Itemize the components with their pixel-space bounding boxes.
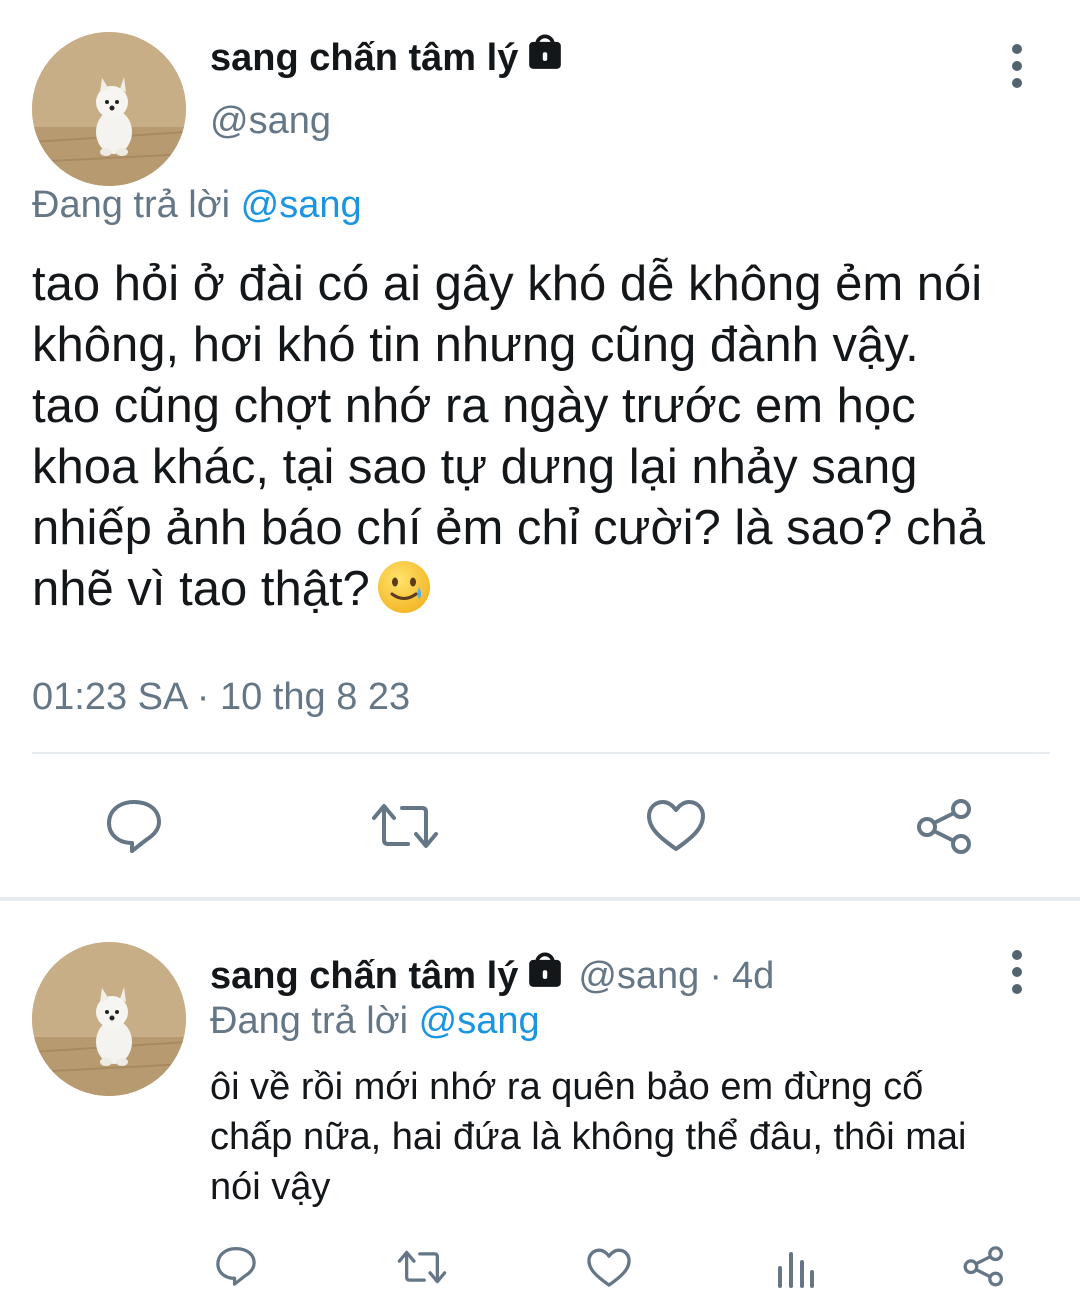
author-handle[interactable]: @sang xyxy=(210,100,331,143)
tweet-text-line: tao cũng chợt nhớ ra ngày trước em học xyxy=(32,379,916,433)
author-name-text: sang chấn tâm lý xyxy=(210,37,519,79)
replying-to-handle[interactable]: @sang xyxy=(419,1000,540,1042)
tweet-timestamp[interactable]: 01:23 SA · 10 thg 8 23 xyxy=(32,676,410,719)
tweet-text-line-last: nhẽ vì tao thật? xyxy=(32,559,985,620)
tweet-text-line: tao hỏi ở đài có ai gây khó dễ không ẻm … xyxy=(32,257,983,311)
tweet-text-line: nhiếp ảnh báo chí ẻm chỉ cười? là sao? c… xyxy=(32,501,985,555)
retweet-icon[interactable] xyxy=(370,800,440,852)
analytics-icon[interactable] xyxy=(776,1246,816,1288)
share-icon[interactable] xyxy=(962,1245,1006,1287)
divider xyxy=(32,752,1050,754)
dog-photo-icon xyxy=(32,942,186,1096)
avatar[interactable] xyxy=(32,32,186,186)
more-options-icon[interactable] xyxy=(1009,44,1025,88)
reply-text-line: ôi về rồi mới nhớ ra quên bảo em đừng cố xyxy=(210,1066,924,1108)
tweet-text-line-content: nhẽ vì tao thật? xyxy=(32,562,370,616)
reply-icon[interactable] xyxy=(214,1245,258,1287)
share-icon[interactable] xyxy=(915,797,975,855)
author-name[interactable]: sang chấn tâm lý xyxy=(210,34,564,82)
replying-prefix: Đang trả lời xyxy=(32,184,231,226)
reply-author-handle: @sang xyxy=(578,955,700,997)
like-icon[interactable] xyxy=(645,798,707,854)
reply-avatar[interactable] xyxy=(32,942,186,1096)
tweet-text-line: khoa khác, tại sao tự dưng lại nhảy sang xyxy=(32,440,918,494)
reply-more-options-icon[interactable] xyxy=(1009,950,1025,994)
lock-icon xyxy=(526,952,564,1000)
dog-photo-icon xyxy=(32,32,186,186)
separator-dot: · xyxy=(709,955,722,997)
section-separator xyxy=(0,897,1080,901)
replying-prefix: Đang trả lời xyxy=(210,1000,409,1042)
reply-age: 4d xyxy=(731,955,775,997)
reply-text-line: chấp nữa, hai đứa là không thể đâu, thôi… xyxy=(210,1116,967,1158)
reply-replying-to: Đang trả lời @sang xyxy=(210,1000,540,1043)
tweet-text: tao hỏi ở đài có ai gây khó dễ không ẻm … xyxy=(32,254,985,620)
reply-icon[interactable] xyxy=(104,797,164,855)
like-icon[interactable] xyxy=(586,1247,632,1289)
retweet-icon[interactable] xyxy=(396,1248,448,1286)
reply-author-line[interactable]: sang chấn tâm lý @sang · 4d xyxy=(210,952,774,1000)
reply-author-name: sang chấn tâm lý xyxy=(210,955,519,997)
smiling-face-with-tear-icon xyxy=(376,559,432,615)
reply-text-line: nói vậy xyxy=(210,1166,331,1208)
reply-text: ôi về rồi mới nhớ ra quên bảo em đừng cố… xyxy=(210,1062,967,1212)
replying-to-handle[interactable]: @sang xyxy=(241,184,362,226)
lock-icon xyxy=(526,34,564,82)
replying-to: Đang trả lời @sang xyxy=(32,184,362,227)
tweet-text-line: không, hơi khó tin nhưng cũng đành vậy. xyxy=(32,318,919,372)
